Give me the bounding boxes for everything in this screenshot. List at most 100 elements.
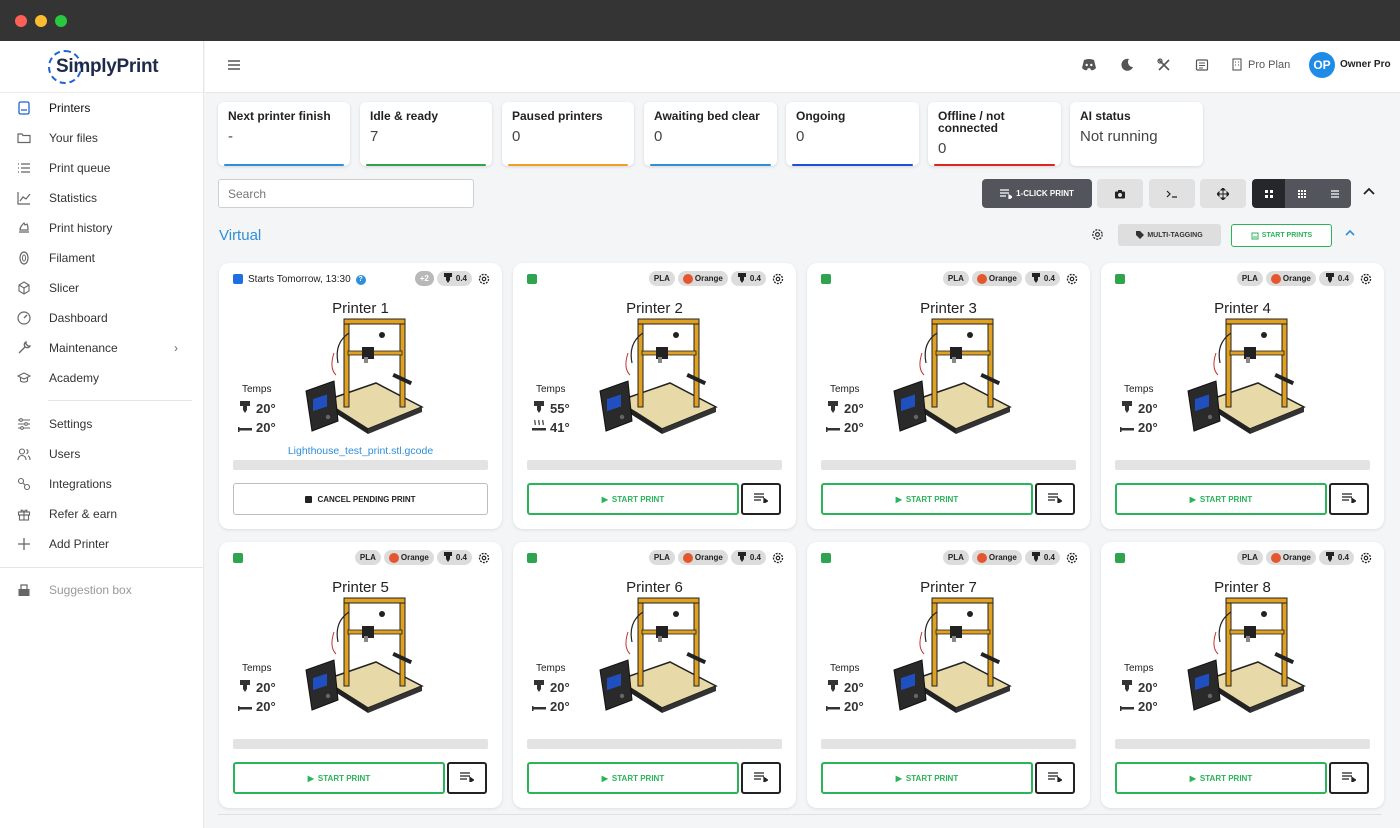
sidebar-item-your-files[interactable]: Your files (0, 123, 204, 153)
stat-card-ongoing[interactable]: Ongoing 0 (786, 102, 919, 166)
start-print-button[interactable]: ▶ START PRINT (1115, 483, 1327, 515)
start-print-button[interactable]: ▶ START PRINT (821, 483, 1033, 515)
printer-settings-gear-icon[interactable] (477, 272, 491, 286)
avatar[interactable]: OP (1309, 52, 1335, 78)
filament-color-badge[interactable]: Orange (971, 550, 1022, 565)
sidebar-item-slicer[interactable]: Slicer (0, 273, 204, 303)
printer-card[interactable]: PLA Orange 0.4 Printer 3 Temps 20° 20° ▶ ST… (807, 263, 1090, 529)
printer-settings-gear-icon[interactable] (1359, 272, 1373, 286)
plan-indicator[interactable]: Pro Plan (1232, 58, 1290, 71)
brand-logo[interactable]: SimplyPrint (48, 48, 159, 86)
add-to-queue-button[interactable] (1035, 762, 1075, 794)
sidebar-item-academy[interactable]: Academy (0, 363, 204, 393)
nozzle-size-badge[interactable]: 0.4 (1318, 550, 1354, 565)
material-badge[interactable]: PLA (648, 550, 675, 565)
move-button[interactable] (1200, 179, 1246, 208)
dark-mode-icon[interactable] (1119, 57, 1135, 73)
collapse-toolbar-chevron-up-icon[interactable] (1362, 184, 1378, 200)
nozzle-size-badge[interactable]: 0.4 (1024, 271, 1060, 286)
grid-large-view-button[interactable] (1252, 179, 1285, 208)
add-to-queue-button[interactable] (447, 762, 487, 794)
nozzle-size-badge[interactable]: 0.4 (730, 550, 766, 565)
printer-settings-gear-icon[interactable] (1359, 551, 1373, 565)
stat-card-offline-not-connected[interactable]: Offline / not connected 0 (928, 102, 1061, 166)
help-icon[interactable]: ? (355, 274, 366, 285)
add-to-queue-button[interactable] (741, 762, 781, 794)
tools-icon[interactable] (1156, 57, 1172, 73)
printer-settings-gear-icon[interactable] (1065, 551, 1079, 565)
extra-tags-badge[interactable]: +2 (414, 271, 434, 286)
cancel-pending-print-button[interactable]: CANCEL PENDING PRINT (233, 483, 488, 515)
add-to-queue-button[interactable] (741, 483, 781, 515)
stat-card-paused-printers[interactable]: Paused printers 0 (502, 102, 634, 166)
sidebar-item-dashboard[interactable]: Dashboard (0, 303, 204, 333)
printer-card[interactable]: PLA Orange 0.4 Printer 6 Temps 20° 20° ▶ ST… (513, 542, 796, 808)
group-settings-gear-icon[interactable] (1090, 227, 1105, 242)
sidebar-item-printers[interactable]: Printers (0, 93, 204, 123)
material-badge[interactable]: PLA (354, 550, 381, 565)
printer-settings-gear-icon[interactable] (771, 272, 785, 286)
filament-color-badge[interactable]: Orange (1265, 550, 1316, 565)
printer-settings-gear-icon[interactable] (477, 551, 491, 565)
webcam-button[interactable] (1097, 179, 1143, 208)
start-print-button[interactable]: ▶ START PRINT (233, 762, 445, 794)
nozzle-size-badge[interactable]: 0.4 (436, 271, 472, 286)
nozzle-size-badge[interactable]: 0.4 (1318, 271, 1354, 286)
stat-card-next-printer-finish[interactable]: Next printer finish - (218, 102, 350, 166)
printer-card[interactable]: Starts Tomorrow, 13:30? +2 0.4 Printer 1 … (219, 263, 502, 529)
filament-color-badge[interactable]: Orange (677, 271, 728, 286)
collapse-group-chevron-up-icon[interactable] (1344, 227, 1356, 242)
material-badge[interactable]: PLA (1236, 271, 1263, 286)
filament-color-badge[interactable]: Orange (971, 271, 1022, 286)
nozzle-size-badge[interactable]: 0.4 (436, 550, 472, 565)
printer-card[interactable]: PLA Orange 0.4 Printer 8 Temps 20° 20° ▶ ST… (1101, 542, 1384, 808)
start-print-button[interactable]: ▶ START PRINT (527, 762, 739, 794)
add-to-queue-button[interactable] (1035, 483, 1075, 515)
material-badge[interactable]: PLA (648, 271, 675, 286)
filament-color-badge[interactable]: Orange (383, 550, 434, 565)
printer-settings-gear-icon[interactable] (771, 551, 785, 565)
sidebar-item-users[interactable]: Users (0, 439, 204, 469)
discord-icon[interactable] (1081, 57, 1097, 73)
add-to-queue-button[interactable] (1329, 762, 1369, 794)
terminal-button[interactable] (1149, 179, 1195, 208)
sidebar-item-print-history[interactable]: Print history (0, 213, 204, 243)
start-prints-button[interactable]: START PRINTS (1231, 224, 1332, 247)
sidebar-item-settings[interactable]: Settings (0, 409, 204, 439)
material-badge[interactable]: PLA (1236, 550, 1263, 565)
sidebar-item-maintenance[interactable]: Maintenance › (0, 333, 204, 363)
stat-card-ai-status[interactable]: AI status Not running (1070, 102, 1203, 166)
list-view-button[interactable] (1318, 179, 1351, 208)
start-print-button[interactable]: ▶ START PRINT (1115, 762, 1327, 794)
start-print-button[interactable]: ▶ START PRINT (821, 762, 1033, 794)
news-icon[interactable] (1194, 57, 1210, 73)
menu-toggle-icon[interactable] (227, 58, 241, 72)
nozzle-size-badge[interactable]: 0.4 (730, 271, 766, 286)
one-click-print-button[interactable]: 1-CLICK PRINT (982, 179, 1092, 208)
maximize-window-button[interactable] (55, 15, 67, 27)
stat-card-idle-ready[interactable]: Idle & ready 7 (360, 102, 492, 166)
sidebar-item-suggestion-box[interactable]: Suggestion box (0, 575, 204, 605)
sidebar-item-filament[interactable]: Filament (0, 243, 204, 273)
pending-file-link[interactable]: Lighthouse_test_print.stl.gcode (219, 445, 502, 457)
sidebar-item-integrations[interactable]: Integrations (0, 469, 204, 499)
multi-tagging-button[interactable]: MULTI-TAGGING (1118, 224, 1221, 246)
material-badge[interactable]: PLA (942, 271, 969, 286)
filament-color-badge[interactable]: Orange (1265, 271, 1316, 286)
printer-settings-gear-icon[interactable] (1065, 272, 1079, 286)
sidebar-item-print-queue[interactable]: Print queue (0, 153, 204, 183)
filament-color-badge[interactable]: Orange (677, 550, 728, 565)
minimize-window-button[interactable] (35, 15, 47, 27)
start-print-button[interactable]: ▶ START PRINT (527, 483, 739, 515)
material-badge[interactable]: PLA (942, 550, 969, 565)
stat-card-awaiting-bed-clear[interactable]: Awaiting bed clear 0 (644, 102, 777, 166)
add-to-queue-button[interactable] (1329, 483, 1369, 515)
user-name[interactable]: Owner Pro (1340, 59, 1391, 70)
group-title[interactable]: Virtual (219, 227, 261, 244)
printer-card[interactable]: PLA Orange 0.4 Printer 7 Temps 20° 20° ▶ ST… (807, 542, 1090, 808)
printer-card[interactable]: PLA Orange 0.4 Printer 2 Temps 55° 41° ▶ ST… (513, 263, 796, 529)
sidebar-item-refer-earn[interactable]: Refer & earn (0, 499, 204, 529)
close-window-button[interactable] (15, 15, 27, 27)
nozzle-size-badge[interactable]: 0.4 (1024, 550, 1060, 565)
printer-card[interactable]: PLA Orange 0.4 Printer 4 Temps 20° 20° ▶ ST… (1101, 263, 1384, 529)
